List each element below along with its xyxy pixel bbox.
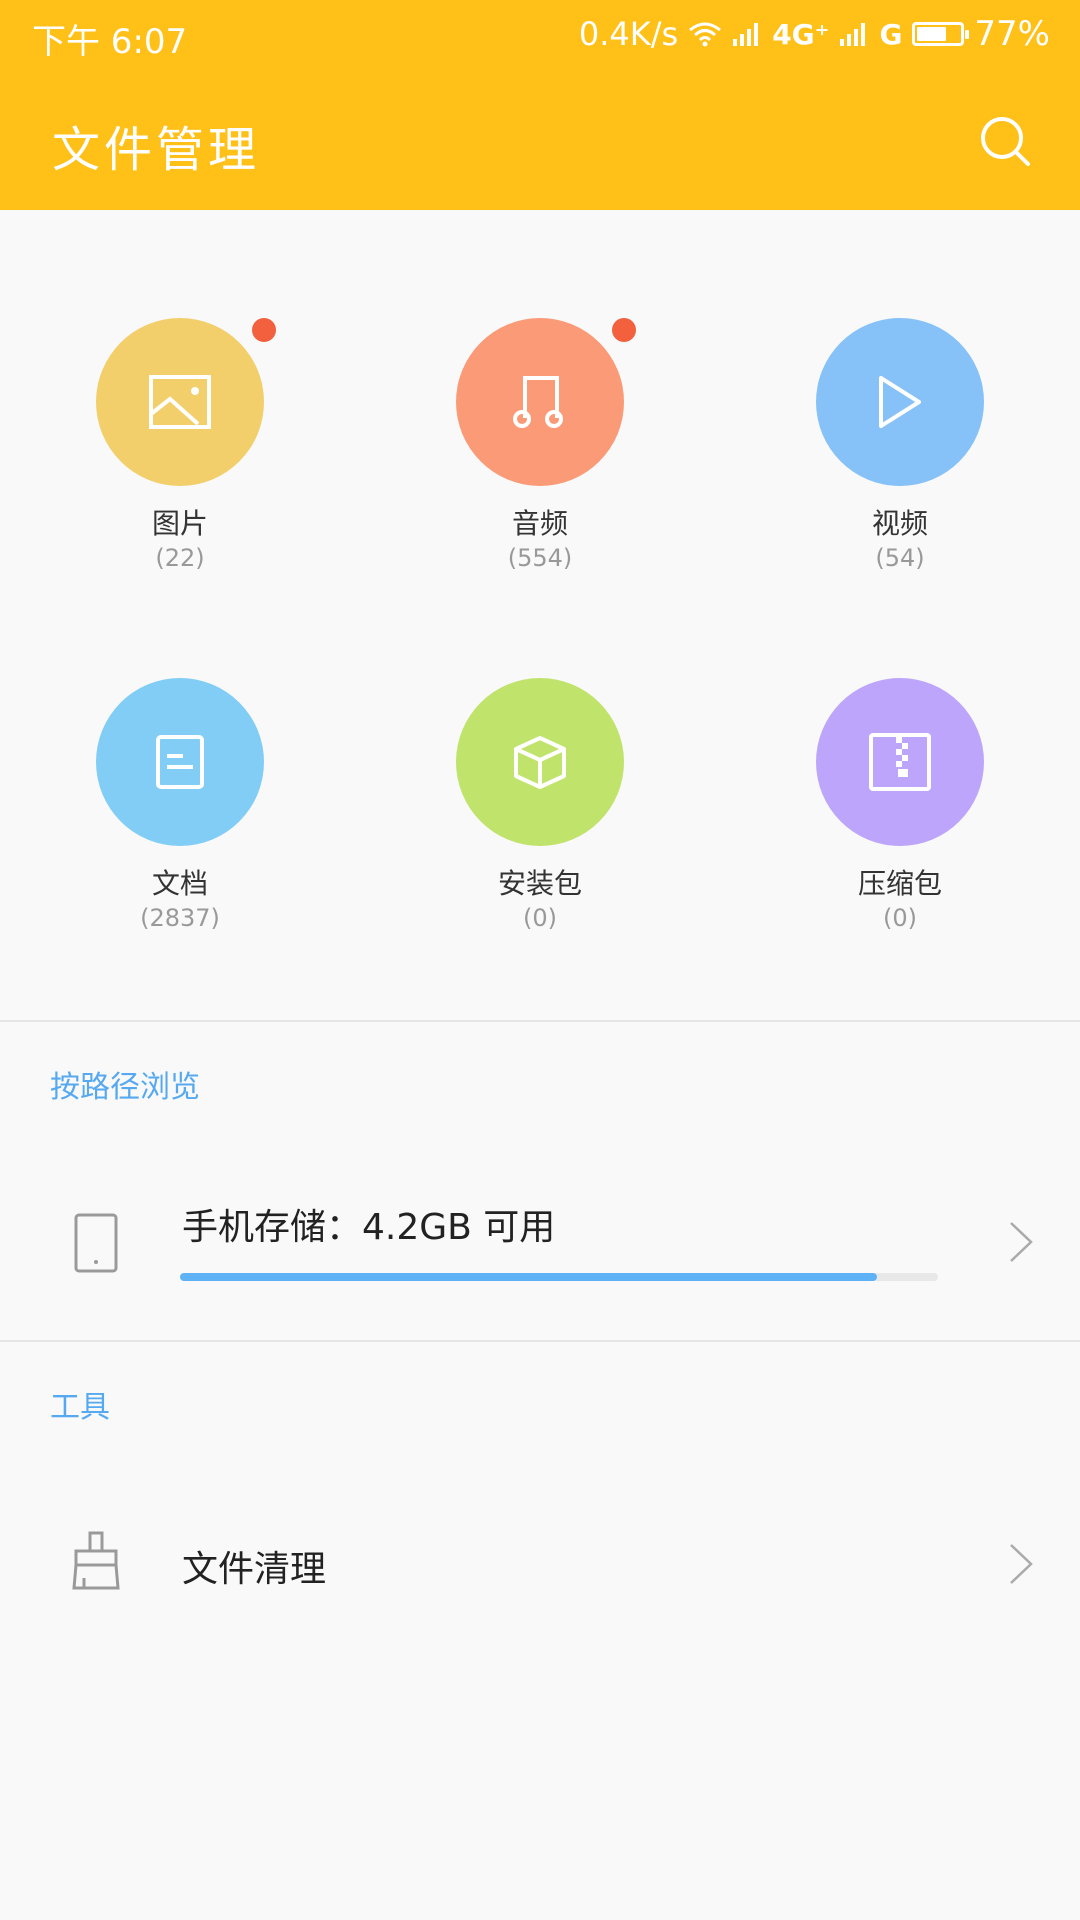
category-packages[interactable]: 安装包 (0): [390, 678, 690, 932]
category-count: (54): [875, 544, 925, 572]
zip-icon: [869, 733, 931, 791]
category-audio-circle: [456, 318, 636, 486]
image-icon: [149, 375, 211, 429]
category-label: 音频: [511, 507, 568, 540]
category-documents-circle: [96, 678, 264, 846]
category-label: 压缩包: [857, 867, 942, 900]
browse-section-title: 按路径浏览: [50, 1070, 200, 1105]
phone-storage-item[interactable]: 手机存储：4.2GB 可用: [0, 1150, 1080, 1340]
broom-icon: [72, 1531, 120, 1590]
storage-progress-fill: [180, 1273, 878, 1281]
category-video[interactable]: 视频 (54): [750, 318, 1050, 572]
wifi-icon: [689, 22, 722, 47]
chevron-right-icon: [1010, 1544, 1033, 1584]
signal-icon: [733, 23, 759, 46]
play-icon: [879, 376, 921, 428]
app-header: 下午 6:07 0.4K/s 4G⁺ G 77% 文件管理: [0, 0, 1080, 210]
divider: [0, 1340, 1080, 1342]
network-type: 4G⁺: [772, 17, 830, 51]
network-speed: 0.4K/s: [578, 15, 679, 53]
new-badge: [252, 318, 276, 342]
signal-icon-2: [840, 23, 866, 46]
file-clean-label: 文件清理: [182, 1549, 327, 1590]
storage-label: 手机存储：4.2GB 可用: [182, 1207, 556, 1248]
search-icon[interactable]: [978, 114, 1034, 170]
network-type-2: G: [879, 17, 903, 51]
package-icon: [514, 736, 566, 789]
chevron-right-icon: [1010, 1222, 1033, 1262]
battery-percent: 77%: [974, 14, 1050, 54]
category-count: (554): [507, 544, 573, 572]
category-video-circle: [816, 318, 984, 486]
category-documents[interactable]: 文档 (2837): [30, 678, 330, 932]
category-count: (2837): [140, 904, 220, 932]
category-label: 文档: [151, 867, 208, 900]
page-title: 文件管理: [52, 122, 261, 178]
category-audio[interactable]: 音频 (554): [390, 318, 690, 572]
category-count: (0): [883, 904, 917, 932]
category-images[interactable]: 图片 (22): [30, 318, 330, 572]
document-icon: [156, 735, 204, 789]
category-grid: 图片 (22) 音频 (554) 视频 (54) 文档 (2837) 安装包 (…: [0, 210, 1080, 1020]
category-label: 视频: [871, 507, 928, 540]
tools-section-title: 工具: [50, 1390, 110, 1425]
divider: [0, 1020, 1080, 1022]
new-badge: [612, 318, 636, 342]
category-packages-circle: [456, 678, 624, 846]
music-icon: [513, 376, 563, 428]
status-time: 下午 6:07: [32, 22, 188, 62]
storage-progress-bar: [180, 1273, 938, 1281]
category-images-circle: [96, 318, 276, 486]
phone-icon: [74, 1213, 118, 1273]
status-bar: 下午 6:07 0.4K/s 4G⁺ G 77%: [0, 0, 1080, 70]
category-archives[interactable]: 压缩包 (0): [750, 678, 1050, 932]
file-clean-item[interactable]: 文件清理: [0, 1470, 1080, 1660]
status-indicators: 0.4K/s 4G⁺ G 77%: [579, 14, 1050, 54]
category-count: (0): [523, 904, 557, 932]
battery-icon: [912, 22, 970, 46]
category-count: (22): [155, 544, 205, 572]
category-label: 安装包: [497, 867, 582, 900]
category-archives-circle: [816, 678, 984, 846]
category-label: 图片: [151, 507, 208, 540]
battery-level: [917, 27, 947, 41]
